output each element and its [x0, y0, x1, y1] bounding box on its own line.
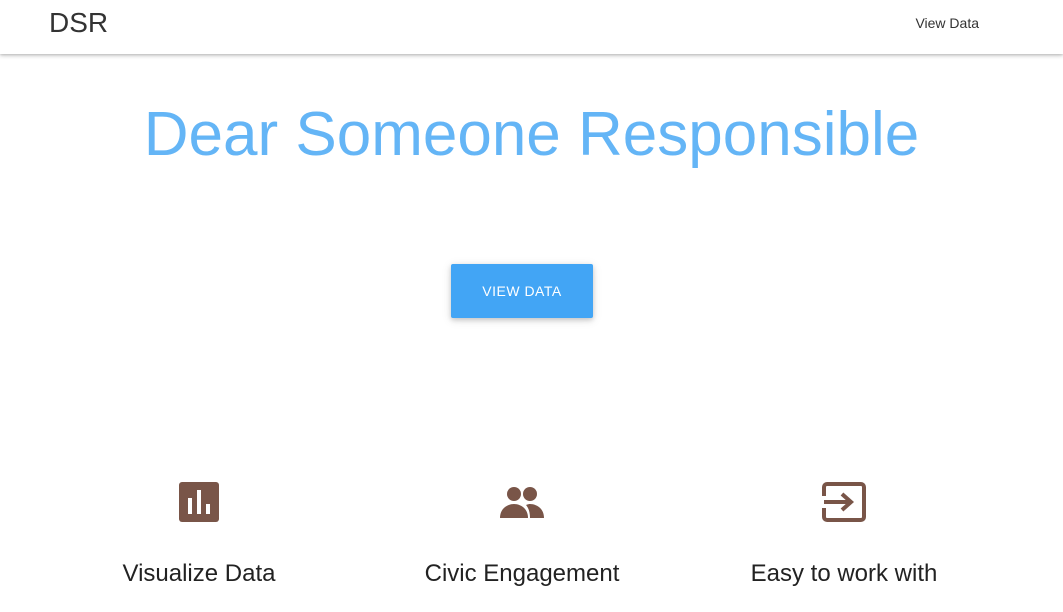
nav-view-data-link[interactable]: View Data	[915, 14, 979, 32]
bar-chart-icon	[175, 478, 223, 526]
feature-title: Civic Engagement	[424, 560, 620, 587]
view-data-button[interactable]: VIEW DATA	[451, 264, 593, 318]
feature-civic-engagement: Civic Engagement	[362, 478, 682, 589]
top-navbar: DSR View Data	[0, 0, 1063, 54]
feature-title: Easy to work with	[750, 560, 938, 587]
feature-visualize-data: Visualize Data	[39, 478, 359, 589]
feature-easy-to-work-with: Easy to work with	[684, 478, 1004, 589]
input-icon	[820, 478, 868, 526]
brand-logo-link[interactable]: DSR	[49, 6, 108, 40]
people-icon	[498, 478, 546, 526]
feature-title: Visualize Data	[122, 560, 276, 587]
hero-title: Dear Someone Responsible	[143, 100, 920, 169]
